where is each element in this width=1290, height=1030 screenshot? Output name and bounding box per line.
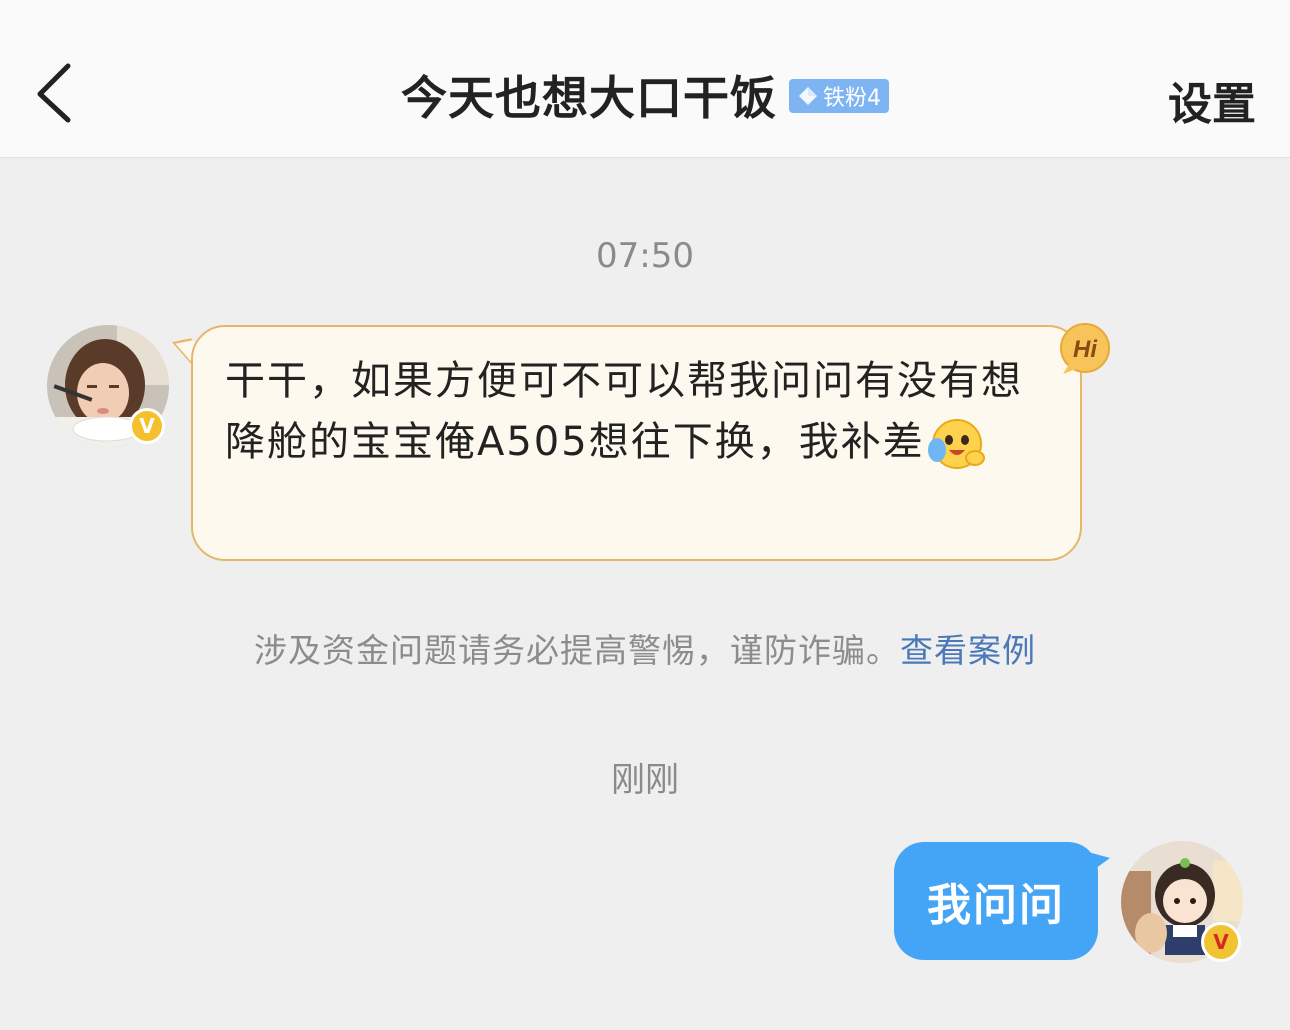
verified-badge-icon: V (1201, 922, 1241, 962)
fan-level-label: 铁粉4 (823, 86, 881, 111)
outgoing-message-bubble[interactable]: 我问问 (894, 842, 1098, 960)
settings-button[interactable]: 设置 (1168, 68, 1256, 132)
fan-level-badge: 铁粉4 (789, 79, 889, 113)
chat-title: 今天也想大口干饭 (401, 71, 777, 125)
hi-greeting-badge-icon: Hi (1060, 323, 1110, 374)
view-cases-link[interactable]: 查看案例 (900, 631, 1036, 670)
hugging-face-emoji-icon (927, 419, 985, 469)
verified-badge-icon: V (129, 408, 165, 444)
incoming-message-text: 干干，如果方便可不可以帮我问问有没有想降舱的宝宝俺A505想往下换，我补差 (225, 351, 1050, 473)
fraud-warning: 涉及资金问题请务必提高警惕，谨防诈骗。查看案例 (0, 624, 1290, 672)
title-group: 今天也想大口干饭 铁粉4 (0, 60, 1290, 130)
timestamp: 刚刚 (611, 760, 679, 800)
timestamp: 07:50 (596, 236, 694, 276)
chat-header: 今天也想大口干饭 铁粉4 设置 (0, 0, 1290, 158)
incoming-message-content: 干干，如果方便可不可以帮我问问有没有想降舱的宝宝俺A505想往下换，我补差 (225, 358, 1023, 465)
incoming-message-bubble[interactable]: 干干，如果方便可不可以帮我问问有没有想降舱的宝宝俺A505想往下换，我补差 (191, 325, 1082, 561)
fraud-warning-text: 涉及资金问题请务必提高警惕，谨防诈骗。 (254, 631, 900, 670)
diamond-icon (799, 87, 817, 105)
hi-badge-label: Hi (1073, 336, 1098, 363)
